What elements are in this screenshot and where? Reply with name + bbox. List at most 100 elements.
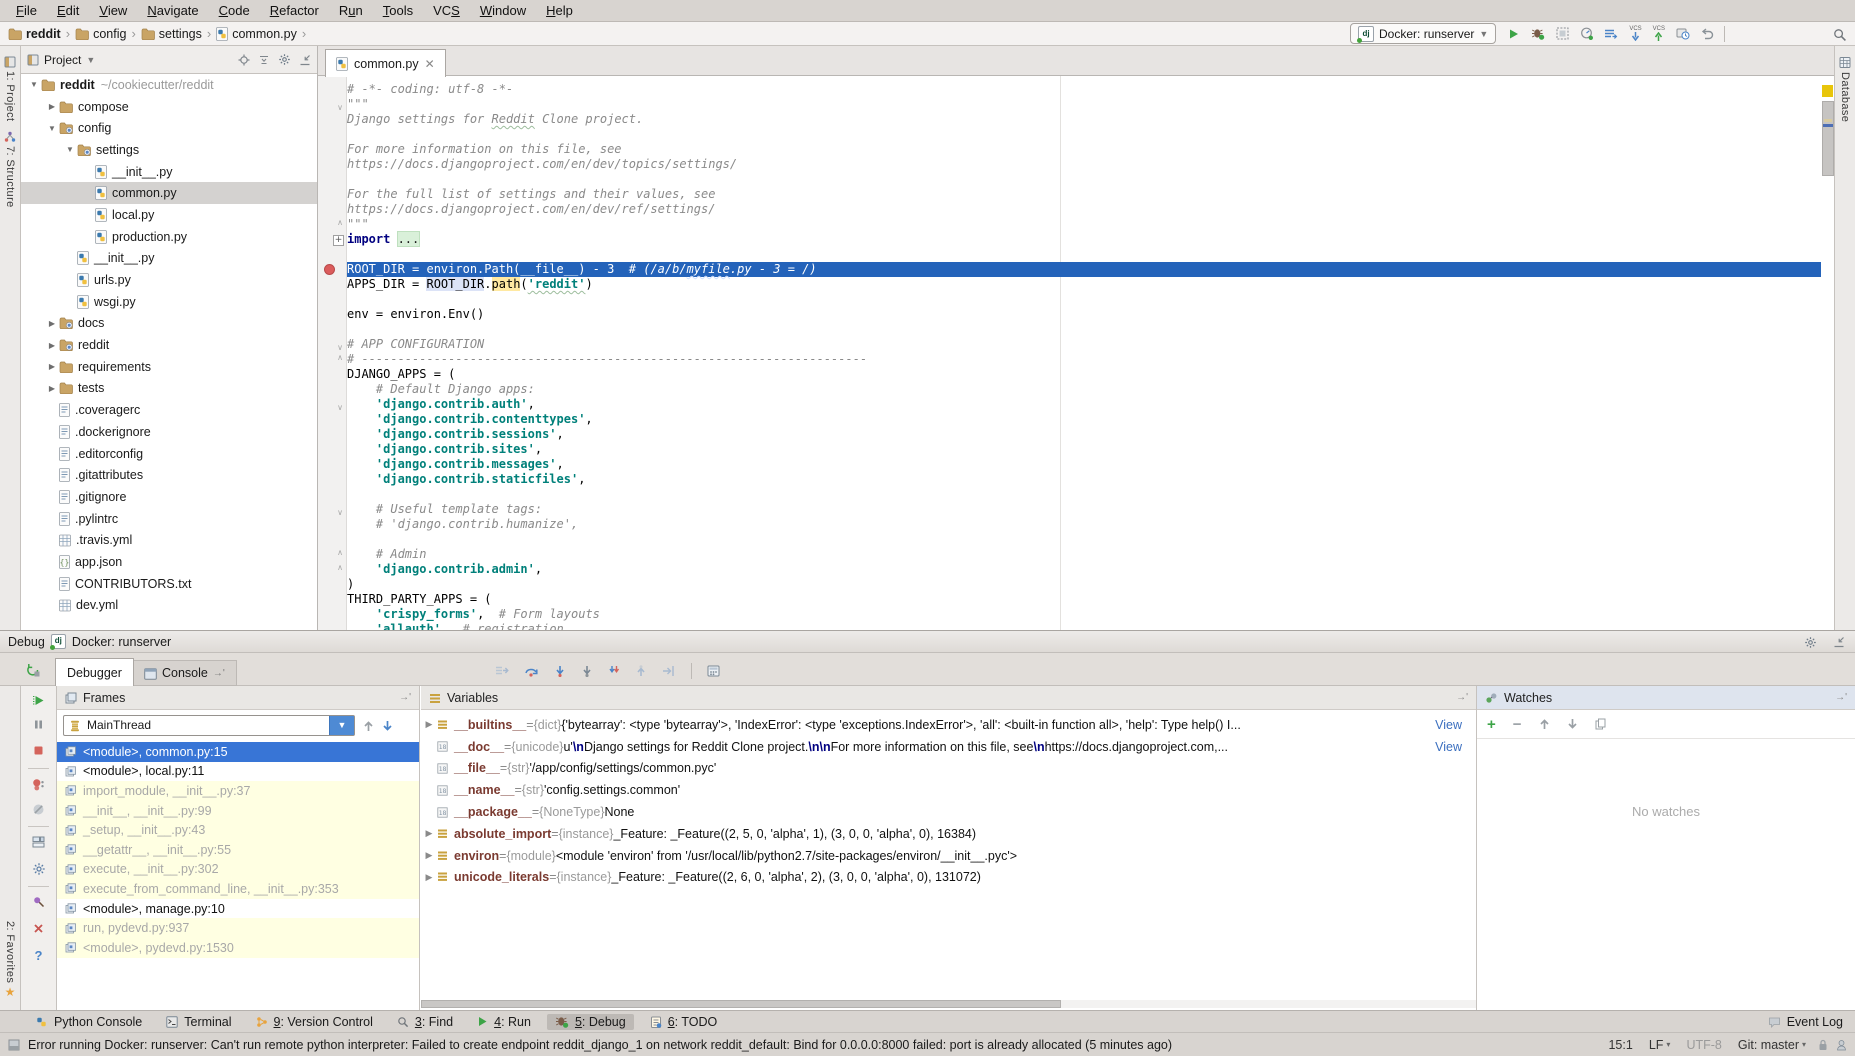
step-into-icon[interactable] (554, 665, 566, 677)
menu-view[interactable]: View (89, 3, 137, 18)
fold-expand-icon[interactable]: + (333, 235, 344, 246)
gear-small-icon[interactable] (1804, 636, 1817, 649)
tree-item-dev-yml[interactable]: dev.yml (21, 595, 317, 617)
settings-icon[interactable] (32, 862, 46, 876)
event-log-button[interactable]: Event Log (1768, 1015, 1843, 1029)
search-icon[interactable] (1833, 28, 1847, 42)
tree-item-production-py[interactable]: production.py (21, 226, 317, 248)
frame-down-icon[interactable] (382, 718, 393, 732)
toolwindow-button-python-console[interactable]: Python Console (28, 1014, 150, 1030)
chevron-down-icon[interactable]: ▼ (86, 55, 95, 65)
frame-row[interactable]: <module>, common.py:15 (57, 742, 419, 762)
editor-gutter[interactable]: ∨∧+∨∧∨∨∧∧ (318, 76, 347, 630)
variable-row[interactable]: 18__file__ = {str}'/app/config/settings/… (421, 758, 1476, 780)
evaluate-expression-icon[interactable] (707, 665, 720, 677)
tree-item-urls-py[interactable]: urls.py (21, 269, 317, 291)
tree-item-local-py[interactable]: local.py (21, 204, 317, 226)
tree-item-config[interactable]: ▼config (21, 117, 317, 139)
float-panel-icon[interactable]: →' (399, 692, 411, 703)
toolwindow-button-6-todo[interactable]: 6: TODO (642, 1014, 726, 1030)
duplicate-icon[interactable] (1595, 718, 1606, 730)
tab-console[interactable]: Console →' (132, 660, 237, 686)
tree-item--pylintrc[interactable]: .pylintrc (21, 508, 317, 530)
expand-arrow-icon[interactable]: ▶ (421, 719, 437, 730)
frame-down-icon[interactable] (382, 720, 393, 732)
status-utf-8[interactable]: UTF-8 (1686, 1038, 1721, 1052)
frame-up-icon[interactable] (363, 720, 374, 732)
frame-row[interactable]: run, pydevd.py:937 (57, 918, 419, 938)
tree-collapsed-icon[interactable]: ▶ (45, 341, 59, 350)
menu-refactor[interactable]: Refactor (260, 3, 329, 18)
debug-icon[interactable] (1531, 27, 1545, 40)
tree-item--coveragerc[interactable]: .coveragerc (21, 399, 317, 421)
stripe-button-database[interactable]: Database (1835, 56, 1855, 122)
pause-icon[interactable] (33, 719, 44, 730)
tree-collapsed-icon[interactable]: ▶ (45, 102, 59, 111)
menu-navigate[interactable]: Navigate (137, 3, 208, 18)
mute-breakpoints-icon[interactable] (32, 803, 45, 816)
stripe-button-favorites[interactable]: 2: Favorites★ (0, 921, 20, 998)
tree-collapsed-icon[interactable]: ▶ (45, 384, 59, 393)
pin-icon[interactable] (33, 896, 45, 908)
fold-marker-icon[interactable]: ∧ (335, 563, 345, 572)
variable-row[interactable]: 18__doc__ = {unicode}u'\nDjango settings… (421, 736, 1476, 758)
tree-item-app-json[interactable]: {}app.json (21, 551, 317, 573)
tree-item-compose[interactable]: ▶compose (21, 96, 317, 118)
menu-edit[interactable]: Edit (47, 3, 89, 18)
frame-row[interactable]: <module>, pydevd.py:1530 (57, 938, 419, 958)
scrollbar-thumb[interactable] (1822, 101, 1834, 176)
menu-tools[interactable]: Tools (373, 3, 423, 18)
tree-item--travis-yml[interactable]: .travis.yml (21, 529, 317, 551)
close-icon[interactable] (33, 923, 44, 934)
menu-vcs[interactable]: VCS (423, 3, 470, 18)
tree-item-tests[interactable]: ▶tests (21, 378, 317, 400)
view-breakpoints-icon[interactable] (32, 778, 45, 791)
thread-combo[interactable]: MainThread ▼ (63, 715, 355, 736)
fold-marker-icon[interactable]: ∧ (335, 353, 345, 362)
editor[interactable]: ∨∧+∨∧∨∨∧∧ # -*- coding: utf-8 -*-"""Djan… (318, 76, 1835, 630)
frame-row[interactable]: _setup, __init__.py:43 (57, 820, 419, 840)
tree-collapsed-icon[interactable]: ▶ (45, 362, 59, 371)
breadcrumb-settings[interactable]: settings (141, 27, 202, 41)
restore-layout-icon[interactable] (32, 836, 45, 848)
frame-row[interactable]: import_module, __init__.py:37 (57, 781, 419, 801)
show-execution-point-icon[interactable] (495, 665, 509, 677)
variable-row[interactable]: ▶environ = {module}<module 'environ' fro… (421, 845, 1476, 867)
tree-item-requirements[interactable]: ▶requirements (21, 356, 317, 378)
tasks-icon[interactable] (1604, 28, 1618, 40)
tree-item--init-py[interactable]: __init__.py (21, 161, 317, 183)
step-over-icon[interactable] (524, 665, 539, 677)
play-icon[interactable] (1508, 28, 1520, 40)
breadcrumb-common.py[interactable]: common.py (216, 27, 297, 41)
move-up-icon[interactable] (1539, 718, 1550, 730)
fold-marker-icon[interactable]: ∨ (335, 403, 345, 412)
rerun-icon[interactable] (26, 663, 40, 677)
undo-icon[interactable] (1701, 28, 1714, 40)
gear-small-icon[interactable] (278, 53, 291, 66)
status-lf[interactable]: LF▾ (1649, 1038, 1671, 1052)
vcs-commit-icon[interactable]: VCS (1653, 26, 1665, 41)
collapse-all-icon[interactable] (258, 54, 270, 66)
tree-expanded-icon[interactable]: ▼ (63, 145, 77, 154)
fold-marker-icon[interactable]: ∨ (335, 508, 345, 517)
vcs-update-icon[interactable]: VCS (1629, 26, 1641, 41)
expand-arrow-icon[interactable]: ▶ (421, 828, 437, 839)
tree-item--gitignore[interactable]: .gitignore (21, 486, 317, 508)
toolwindow-toggle-icon[interactable] (8, 1038, 20, 1052)
hide-panel-icon[interactable] (1833, 636, 1845, 648)
tree-item-docs[interactable]: ▶docs (21, 313, 317, 335)
toolwindow-button-4-run[interactable]: 4: Run (469, 1014, 539, 1030)
lock-icon[interactable] (1818, 1039, 1828, 1051)
tree-item-settings[interactable]: ▼settings (21, 139, 317, 161)
code-area[interactable]: # -*- coding: utf-8 -*-"""Django setting… (347, 76, 1821, 630)
local-history-icon[interactable] (1676, 27, 1690, 40)
expand-arrow-icon[interactable]: ▶ (421, 850, 437, 861)
frame-up-icon[interactable] (363, 718, 374, 732)
locate-icon[interactable] (238, 54, 250, 66)
variable-row[interactable]: ▶unicode_literals = {instance} _Feature:… (421, 867, 1476, 889)
variable-row[interactable]: ▶absolute_import = {instance} _Feature: … (421, 823, 1476, 845)
float-panel-icon[interactable]: →' (1456, 692, 1468, 703)
fold-marker-icon[interactable]: ∨ (335, 103, 345, 112)
run-configuration-select[interactable]: dj Docker: runserver ▼ (1350, 23, 1496, 44)
tree-item-contributors-txt[interactable]: CONTRIBUTORS.txt (21, 573, 317, 595)
